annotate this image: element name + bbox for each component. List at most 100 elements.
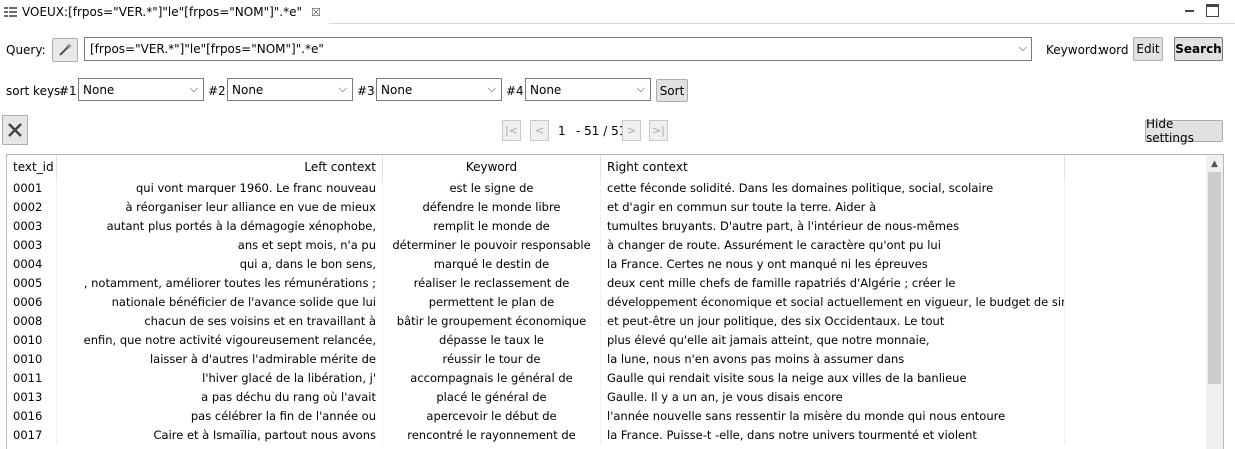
page-number: 1 <box>558 124 566 138</box>
editor-tab-bar: VOEUX:[frpos="VER.*"]"le"[frpos="NOM"]".… <box>0 0 1235 24</box>
cell-left-context: , notamment, améliorer toutes les rémuné… <box>57 274 383 293</box>
sort-key-1-label: #1 <box>59 84 77 98</box>
cell-right-context: et peut-être un jour politique, des six … <box>601 312 1065 331</box>
sort-key-1-value: None <box>83 83 115 97</box>
cell-keyword: remplit le monde de <box>383 217 601 236</box>
sort-key-2-label: #2 <box>208 84 226 98</box>
cell-text-id: 0004 <box>7 255 57 274</box>
cell-keyword: placé le général de <box>383 388 601 407</box>
sort-key-3-value: None <box>381 83 413 97</box>
cell-right-context: deux cent mille chefs de famille rapatri… <box>601 274 1065 293</box>
cell-text-id: 0010 <box>7 350 57 369</box>
table-row[interactable]: 0011 l'hiver glacé de la libération, j' ac… <box>7 369 1207 388</box>
column-header-right-context[interactable]: Right context <box>601 155 1065 179</box>
cell-text-id: 0003 <box>7 236 57 255</box>
table-row[interactable]: 0016 pas célébrer la fin de l'année ou ape… <box>7 407 1207 426</box>
chevron-down-icon: ⌵ <box>636 82 645 95</box>
cell-keyword: rencontré le rayonnement de <box>383 426 601 445</box>
table-row[interactable]: 0008 chacun de ses voisins et en travaill… <box>7 312 1207 331</box>
cell-right-context: cette féconde solidité. Dans les domaine… <box>601 179 1065 198</box>
table-row[interactable]: 0003 autant plus portés à la démagogie xé… <box>7 217 1207 236</box>
hide-settings-button[interactable]: Hide settings <box>1145 117 1223 145</box>
vertical-scrollbar[interactable]: ▲ <box>1206 155 1223 449</box>
cell-keyword: accompagnais le général de <box>383 369 601 388</box>
sort-key-2-select[interactable]: None ⌵ <box>227 78 353 101</box>
table-row[interactable]: 0013 a pas déchu du rang où l'avait placé … <box>7 388 1207 407</box>
sort-button[interactable]: Sort <box>656 79 688 102</box>
cell-right-context: développement économique et social actue… <box>601 293 1065 312</box>
query-input-value: [frpos="VER.*"]"le"[frpos="NOM"]".*e" <box>90 42 324 56</box>
edit-keyword-button[interactable]: Edit <box>1133 37 1163 61</box>
cell-keyword: permettent le plan de <box>383 293 601 312</box>
cell-text-id: 0001 <box>7 179 57 198</box>
sort-key-4-select[interactable]: None ⌵ <box>525 78 651 101</box>
cell-left-context: a pas déchu du rang où l'avait <box>57 388 383 407</box>
sort-key-4-value: None <box>530 83 562 97</box>
cell-right-context: plus élevé qu'elle ait jamais atteint, q… <box>601 331 1065 350</box>
cell-text-id: 0008 <box>7 312 57 331</box>
table-row[interactable]: 0017 Caire et à Ismaïlia, partout nous av… <box>7 426 1207 445</box>
previous-page-button[interactable]: < <box>530 120 549 141</box>
table-header: text_id Left context Keyword Right conte… <box>7 155 1207 179</box>
table-row[interactable]: 0004 qui a, dans le bon sens, marqué le de… <box>7 255 1207 274</box>
sort-keys-label: sort keys: <box>6 84 65 98</box>
concordance-table[interactable]: text_id Left context Keyword Right conte… <box>6 154 1224 449</box>
cell-text-id: 0002 <box>7 198 57 217</box>
table-row[interactable]: 0003 ans et sept mois, n'a pu déterminer l… <box>7 236 1207 255</box>
cell-text-id: 0017 <box>7 426 57 445</box>
keyword-label: Keyword: <box>1046 43 1102 57</box>
table-row[interactable]: 0002 à réorganiser leur alliance en vue d… <box>7 198 1207 217</box>
table-row[interactable]: 0005, notamment, améliorer toutes les ré… <box>7 274 1207 293</box>
cell-left-context: pas célébrer la fin de l'année ou <box>57 407 383 426</box>
scrollbar-thumb[interactable] <box>1208 172 1221 384</box>
cell-left-context: nationale bénéficier de l'avance solide … <box>57 293 383 312</box>
cell-left-context: laisser à d'autres l'admirable mérite de <box>57 350 383 369</box>
cell-right-context: la lune, nous n'en avons pas moins à ass… <box>601 350 1065 369</box>
clear-results-button[interactable] <box>2 115 28 145</box>
table-row[interactable]: 0010 enfin, que notre activité vigoureuse… <box>7 331 1207 350</box>
sort-key-3-select[interactable]: None ⌵ <box>376 78 502 101</box>
chevron-down-icon: ⌵ <box>189 82 198 95</box>
query-assist-button[interactable] <box>52 38 78 62</box>
cell-text-id: 0016 <box>7 407 57 426</box>
cell-right-context: Gaulle qui rendait visite sous la neige … <box>601 369 1065 388</box>
sort-key-3-label: #3 <box>357 84 375 98</box>
cell-keyword: marqué le destin de <box>383 255 601 274</box>
cell-right-context: la France. Certes ne nous y ont manqué n… <box>601 255 1065 274</box>
column-header-left-context[interactable]: Left context <box>57 155 383 179</box>
cell-text-id: 0013 <box>7 388 57 407</box>
sort-key-2-value: None <box>232 83 264 97</box>
cell-right-context: et d'agir en commun sur toute la terre. … <box>601 198 1065 217</box>
cell-left-context: qui a, dans le bon sens, <box>57 255 383 274</box>
sort-key-4-label: #4 <box>506 84 524 98</box>
query-input[interactable]: [frpos="VER.*"]"le"[frpos="NOM"]".*e" ⌵ <box>84 37 1032 61</box>
chevron-down-icon[interactable]: ⌵ <box>1019 41 1027 55</box>
cell-keyword: défendre le monde libre <box>383 198 601 217</box>
cell-keyword: réaliser le reclassement de <box>383 274 601 293</box>
cell-keyword: dépasse le taux le <box>383 331 601 350</box>
magic-wand-icon <box>59 43 72 56</box>
column-header-text-id[interactable]: text_id <box>7 155 57 179</box>
cell-keyword: réussir le tour de <box>383 350 601 369</box>
cell-left-context: chacun de ses voisins et en travaillant … <box>57 312 383 331</box>
next-page-button[interactable]: > <box>622 120 641 141</box>
close-tab-icon[interactable]: ☒ <box>311 6 321 19</box>
scroll-up-icon[interactable]: ▲ <box>1206 155 1223 172</box>
maximize-icon[interactable] <box>1206 4 1219 17</box>
cell-left-context: autant plus portés à la démagogie xénoph… <box>57 217 383 236</box>
table-row[interactable]: 0010 laisser à d'autres l'admirable mérit… <box>7 350 1207 369</box>
sort-key-1-select[interactable]: None ⌵ <box>78 78 204 101</box>
cell-text-id: 0006 <box>7 293 57 312</box>
clear-x-icon <box>8 123 22 137</box>
cell-keyword: bâtir le groupement économique <box>383 312 601 331</box>
column-header-keyword[interactable]: Keyword <box>383 155 601 179</box>
chevron-down-icon: ⌵ <box>487 82 496 95</box>
minimize-icon[interactable] <box>1183 4 1196 17</box>
search-button[interactable]: Search <box>1174 37 1223 61</box>
table-row[interactable]: 0001 qui vont marquer 1960. Le franc nouv… <box>7 179 1207 198</box>
tab-concordance[interactable]: VOEUX:[frpos="VER.*"]"le"[frpos="NOM"]".… <box>0 0 329 24</box>
table-row[interactable]: 0006 nationale bénéficier de l'avance sol… <box>7 293 1207 312</box>
cell-left-context: Caire et à Ismaïlia, partout nous avons <box>57 426 383 445</box>
first-page-button[interactable]: |< <box>502 120 521 141</box>
last-page-button[interactable]: >| <box>649 120 668 141</box>
